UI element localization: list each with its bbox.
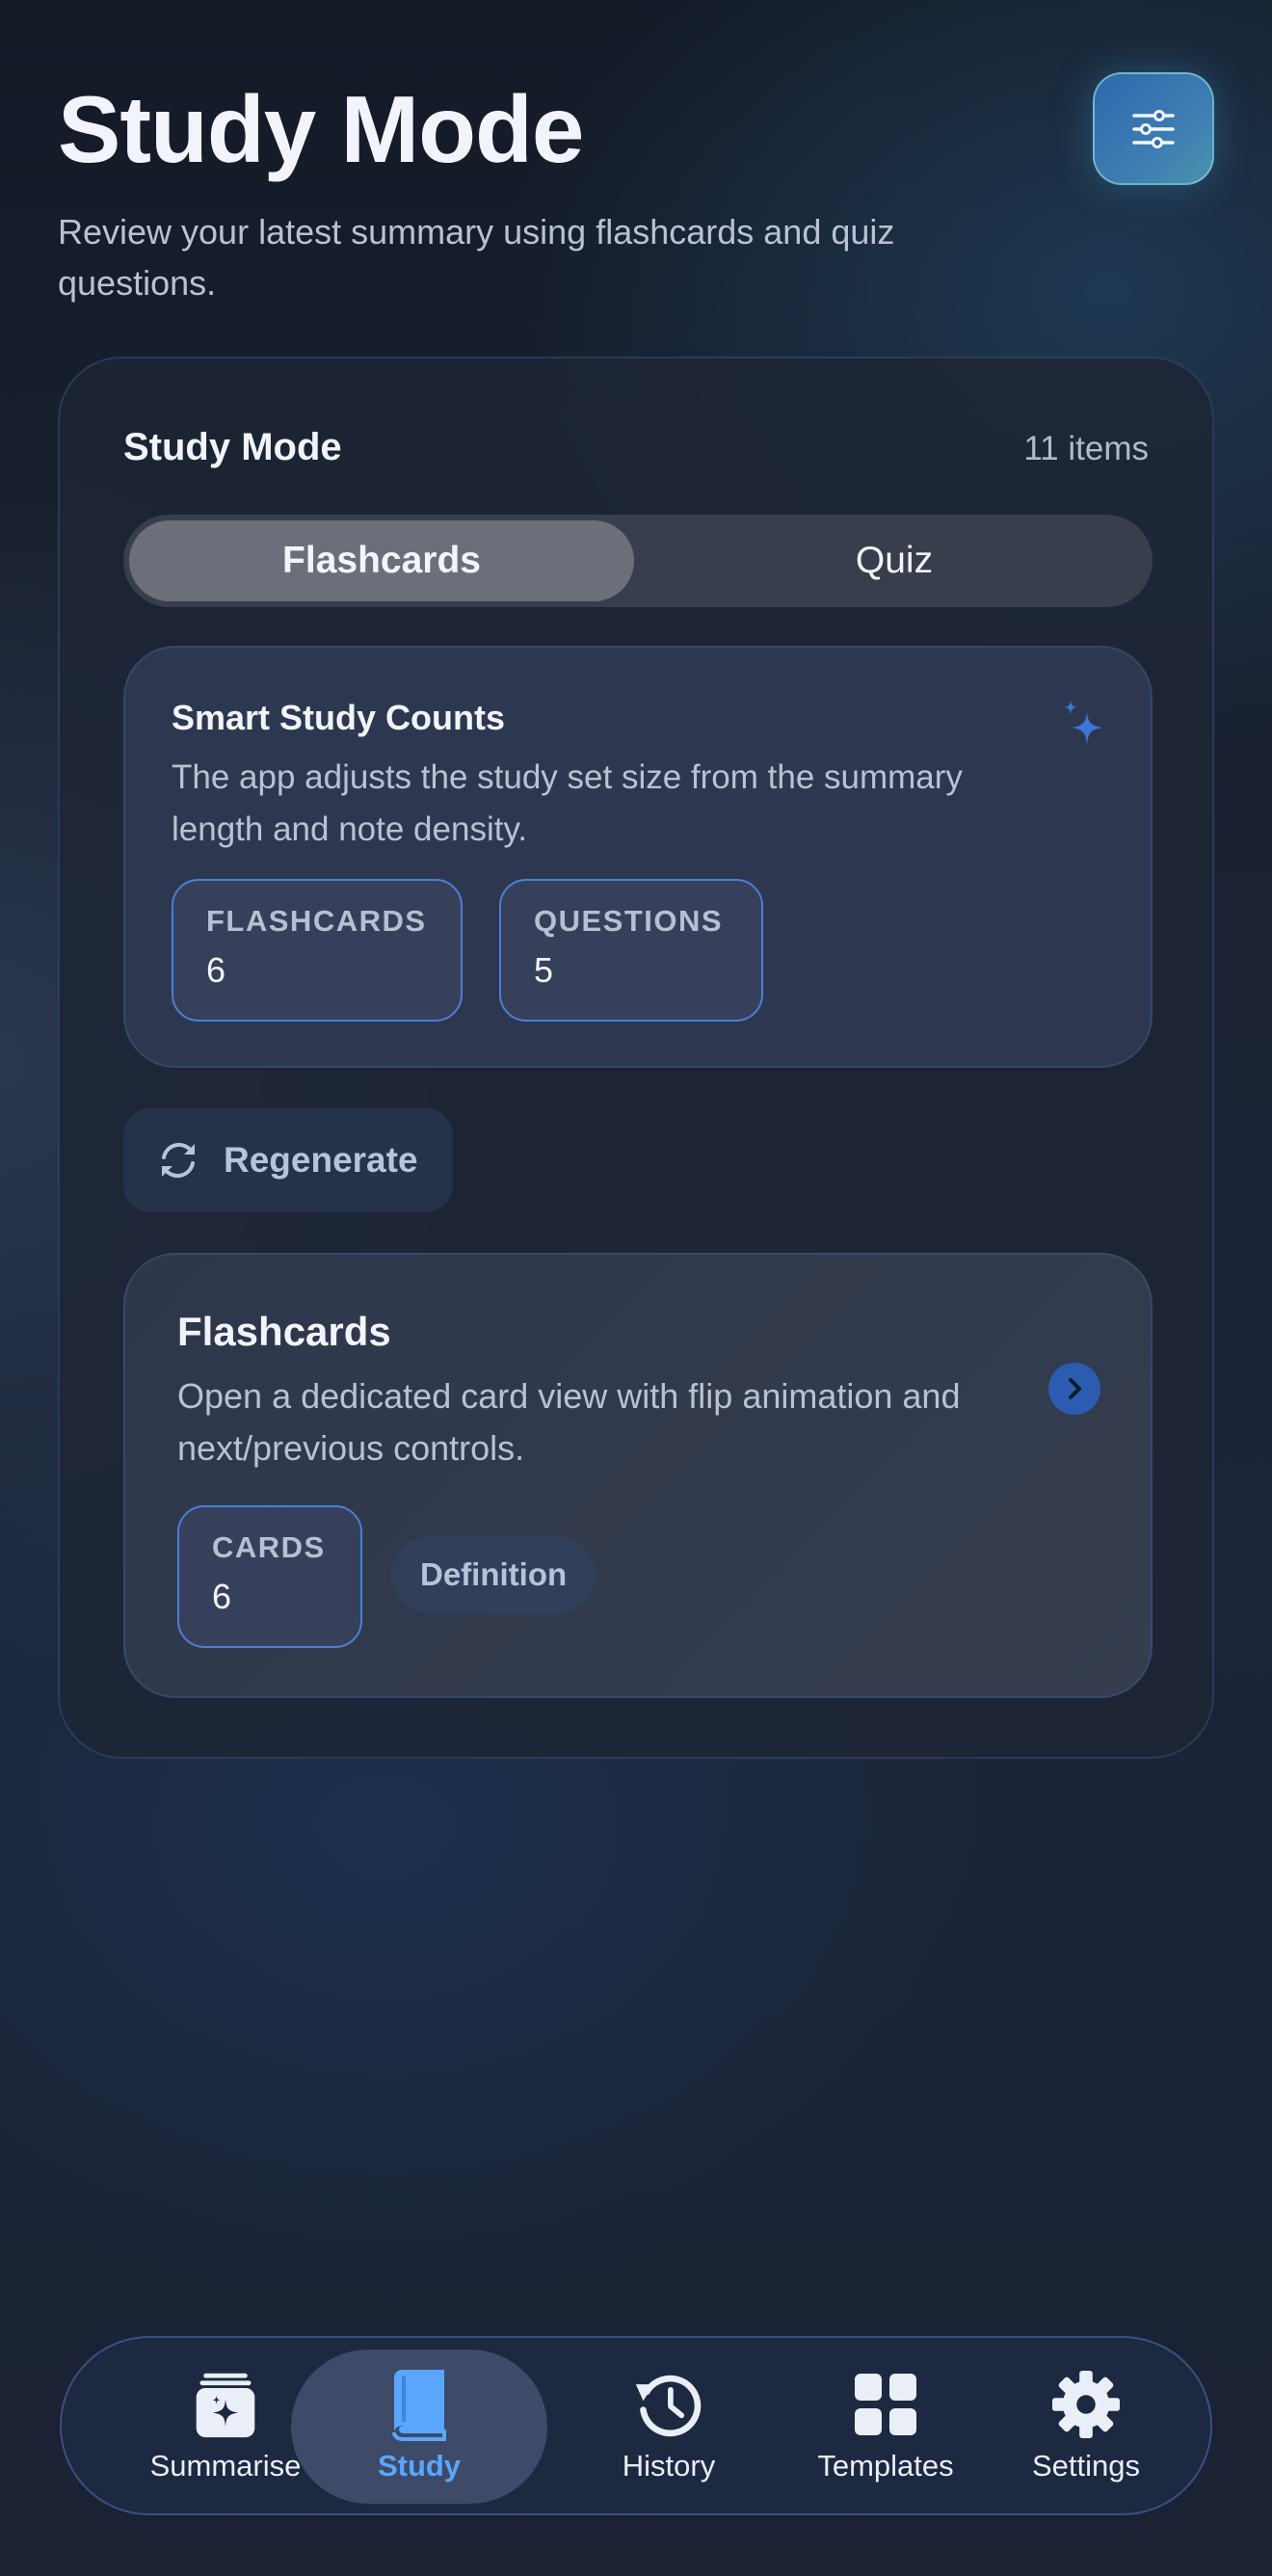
chevron-right-icon bbox=[1069, 1378, 1081, 1399]
nav-label: Summarise bbox=[149, 2449, 302, 2483]
flashcards-panel-description: Open a dedicated card view with flip ani… bbox=[177, 1376, 961, 1468]
stat-value: 6 bbox=[212, 1577, 232, 1616]
nav-label: Settings bbox=[1031, 2449, 1140, 2483]
study-mode-card: Study Mode 11 items Flashcards Quiz Smar… bbox=[58, 357, 1214, 1759]
page-title: Study Mode bbox=[58, 76, 584, 182]
filter-button[interactable] bbox=[1093, 72, 1214, 185]
cards-count-chip: CARDS 6 bbox=[177, 1505, 362, 1648]
smart-counts-title: Smart Study Counts bbox=[172, 698, 506, 737]
book-icon bbox=[384, 2370, 454, 2441]
gear-icon bbox=[1051, 2370, 1121, 2439]
flashcards-panel-title: Flashcards bbox=[177, 1309, 391, 1354]
nav-item-study[interactable]: Study bbox=[291, 2350, 547, 2504]
stat-label: CARDS bbox=[212, 1530, 326, 1564]
stat-label: FLASHCARDS bbox=[206, 904, 427, 938]
history-icon bbox=[634, 2370, 703, 2439]
flashcards-count-chip: FLASHCARDS 6 bbox=[172, 879, 463, 1022]
stat-value: 5 bbox=[534, 950, 554, 990]
smart-study-counts-card: Smart Study Counts The app adjusts the s… bbox=[123, 646, 1153, 1068]
smart-counts-description: The app adjusts the study set size from … bbox=[172, 758, 963, 848]
regenerate-label: Regenerate bbox=[224, 1140, 418, 1180]
tab-flashcards[interactable]: Flashcards bbox=[129, 520, 634, 601]
stat-value: 6 bbox=[206, 950, 226, 990]
sparkle-icon bbox=[1064, 700, 1102, 746]
nav-item-history[interactable]: History bbox=[570, 2350, 767, 2504]
sliders-icon bbox=[1132, 109, 1175, 148]
regenerate-button[interactable]: Regenerate bbox=[123, 1108, 453, 1212]
mode-segmented-control: Flashcards Quiz bbox=[123, 515, 1153, 607]
open-flashcards-button[interactable] bbox=[1048, 1363, 1100, 1415]
refresh-icon bbox=[162, 1142, 195, 1179]
stat-label: QUESTIONS bbox=[534, 904, 724, 938]
card-title: Study Mode bbox=[123, 426, 342, 468]
nav-label: Templates bbox=[817, 2449, 954, 2483]
definition-tag: Definition bbox=[391, 1536, 596, 1613]
nav-item-templates[interactable]: Templates bbox=[771, 2350, 1000, 2504]
summarise-icon bbox=[191, 2370, 260, 2439]
nav-label: History bbox=[622, 2449, 716, 2483]
page-subtitle: Review your latest summary using flashca… bbox=[58, 212, 895, 303]
nav-item-settings[interactable]: Settings bbox=[1004, 2350, 1168, 2504]
questions-count-chip: QUESTIONS 5 bbox=[499, 879, 763, 1022]
grid-icon bbox=[851, 2370, 920, 2439]
flashcards-panel[interactable]: Flashcards Open a dedicated card view wi… bbox=[123, 1253, 1153, 1698]
bottom-nav: Summarise Study History Templates Settin… bbox=[60, 2336, 1212, 2515]
item-count: 11 items bbox=[1023, 430, 1149, 467]
tab-quiz[interactable]: Quiz bbox=[642, 520, 1147, 601]
nav-label: Study bbox=[377, 2449, 462, 2483]
